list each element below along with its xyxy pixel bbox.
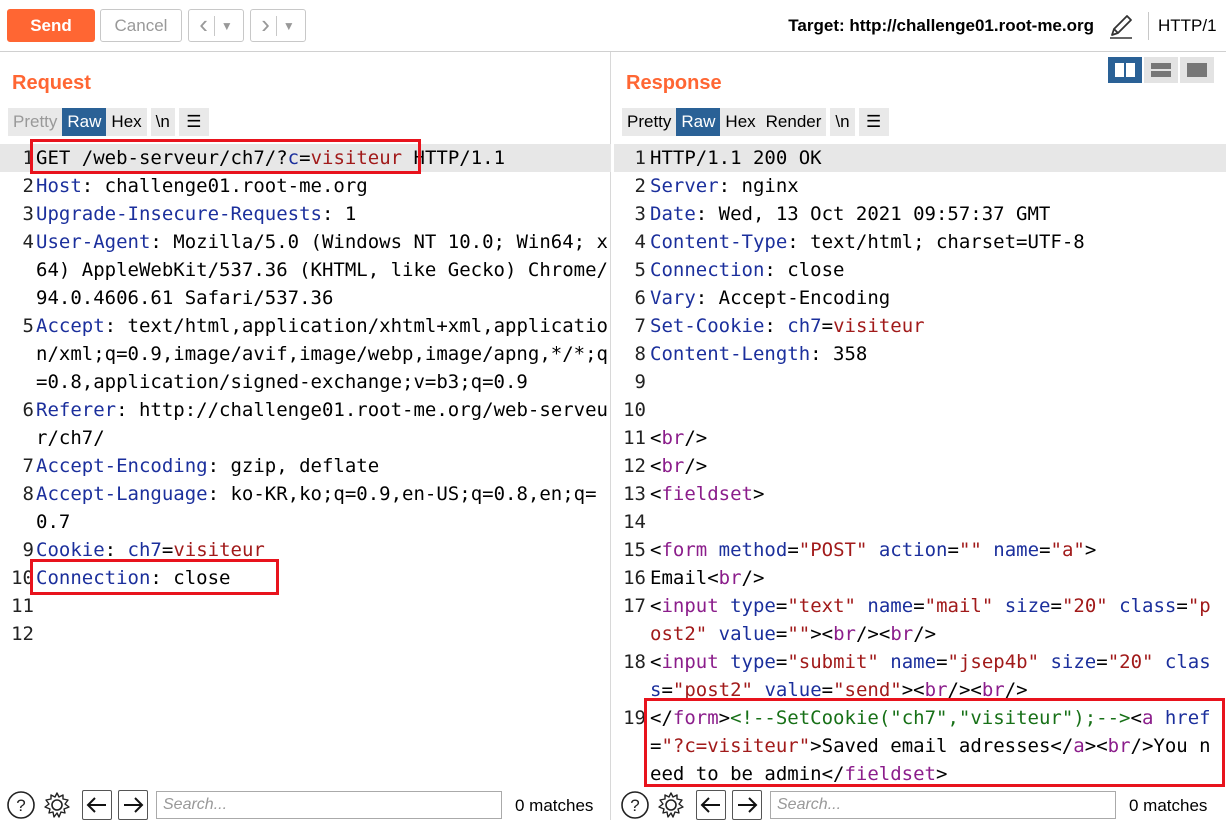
tab-pretty[interactable]: Pretty [622,108,677,136]
code-line: 5 Accept: text/html,application/xhtml+xm… [22,315,608,393]
code-line: 8 Content-Length: 358 [634,343,868,365]
tab-hex[interactable]: Hex [106,108,147,136]
response-search-bar: ? Search... 0 matches [614,786,1226,820]
code-line: 19 </form><!--SetCookie("ch7","visiteur"… [623,707,1211,785]
code-line: 13 <fieldset> [623,483,765,505]
code-line: 3 Date: Wed, 13 Oct 2021 09:57:37 GMT [634,203,1051,225]
history-back-button[interactable]: ‹ ▼ [188,9,244,42]
help-icon[interactable]: ? [6,790,36,820]
tab-raw[interactable]: Raw [62,108,107,136]
code-line: 14 [623,511,646,533]
svg-text:?: ? [630,796,639,815]
code-line: 5 Connection: close [634,259,845,281]
tab-newline[interactable]: \n [830,108,855,136]
search-next-button[interactable] [732,790,762,820]
code-line: 12 [11,623,34,645]
code-line: 7 Accept-Encoding: gzip, deflate [22,455,380,477]
response-panel: Response Pretty Raw Hex Render \n ☰ 1 HT… [614,52,1226,820]
response-editor[interactable]: 1 HTTP/1.1 200 OK 2 Server: nginx 3 Date… [614,144,1226,788]
search-input[interactable]: Search... [156,791,502,819]
button-separator [275,15,277,36]
menu-icon[interactable]: ☰ [178,108,209,136]
toolbar-divider [1148,12,1149,40]
http-version-label[interactable]: HTTP/1 [1158,16,1217,36]
code-line: 9 Cookie: ch7=visiteur [22,539,265,561]
search-prev-button[interactable] [696,790,726,820]
search-input[interactable]: Search... [770,791,1116,819]
code-line: 2 Host: challenge01.root-me.org [22,175,368,197]
tab-raw[interactable]: Raw [676,108,721,136]
split-view-icon[interactable] [1108,57,1142,83]
pencil-icon[interactable] [1106,11,1136,41]
code-line: 10 Connection: close [11,567,231,589]
code-line: 6 Referer: http://challenge01.root-me.or… [22,399,608,449]
tab-pretty[interactable]: Pretty [8,108,63,136]
gear-icon[interactable] [656,790,686,820]
tab-newline[interactable]: \n [150,108,175,136]
request-search-bar: ? Search... 0 matches [0,786,610,820]
code-line: 15 <form method="POST" action="" name="a… [623,539,1097,561]
code-line: 4 User-Agent: Mozilla/5.0 (Windows NT 10… [22,231,608,309]
code-line: 2 Server: nginx [634,175,799,197]
code-line: 17 <input type="text" name="mail" size="… [623,595,1211,645]
match-count: 0 matches [1129,796,1208,815]
tab-render[interactable]: Render [760,108,827,136]
tab-hex[interactable]: Hex [720,108,761,136]
code-line: 9 [634,371,646,393]
chevron-right-icon: › [261,9,270,39]
response-title: Response [626,72,722,94]
code-line: 8 Accept-Language: ko-KR,ko;q=0.9,en-US;… [22,483,597,533]
send-button[interactable]: Send [7,9,95,42]
code-line: 3 Upgrade-Insecure-Requests: 1 [22,203,357,225]
response-tabs: Pretty Raw Hex Render \n ☰ [622,108,889,136]
cancel-button[interactable]: Cancel [100,9,182,42]
request-tabs: Pretty Raw Hex \n ☰ [8,108,209,136]
code-line: 12 <br/> [623,455,708,477]
button-separator [213,15,215,36]
code-line: 11 <br/> [623,427,708,449]
search-next-button[interactable] [118,790,148,820]
history-forward-button[interactable]: › ▼ [250,9,306,42]
code-line: 18 <input type="submit" name="jsep4b" si… [623,651,1211,701]
code-line: 10 [623,399,646,421]
single-view-icon[interactable] [1180,57,1214,83]
target-label: Target: http://challenge01.root-me.org [788,16,1094,35]
svg-text:?: ? [16,796,25,815]
code-line: 7 Set-Cookie: ch7=visiteur [634,315,925,337]
toolbar: Send Cancel ‹ ▼ › ▼ Target: http://chall… [0,0,1226,52]
code-line: 4 Content-Type: text/html; charset=UTF-8 [634,231,1085,253]
gear-icon[interactable] [42,790,72,820]
code-line: 11 [11,595,34,617]
code-line: 1 GET /web-serveur/ch7/?c=visiteur HTTP/… [0,144,611,172]
help-icon[interactable]: ? [620,790,650,820]
request-panel: Request Pretty Raw Hex \n ☰ 1 GET /web-s… [0,52,611,820]
stacked-view-icon[interactable] [1144,57,1178,83]
chevron-left-icon: ‹ [199,9,208,39]
search-prev-button[interactable] [82,790,112,820]
menu-icon[interactable]: ☰ [858,108,889,136]
code-line: 1 HTTP/1.1 200 OK [614,144,1226,172]
match-count: 0 matches [515,796,594,815]
request-title: Request [12,72,91,94]
code-line: 6 Vary: Accept-Encoding [634,287,891,309]
request-editor[interactable]: 1 GET /web-serveur/ch7/?c=visiteur HTTP/… [0,144,611,648]
code-line: 16 Email<br/> [623,567,765,589]
layout-toggle [1108,57,1214,83]
dropdown-arrow-icon[interactable]: ▼ [221,19,233,33]
dropdown-arrow-icon[interactable]: ▼ [283,19,295,33]
